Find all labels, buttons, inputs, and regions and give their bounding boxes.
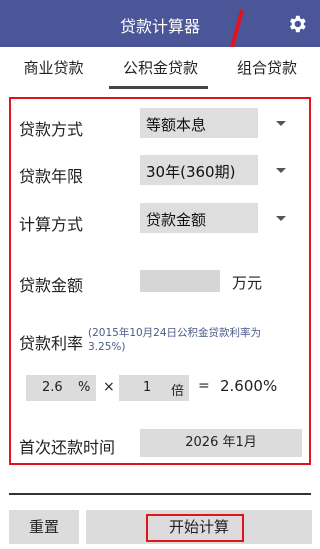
base-rate-input[interactable]: 2.6 % [26,375,96,401]
base-rate-value: 2.6 [42,380,63,395]
loan-term-select[interactable]: 30年(360期) [140,155,258,185]
start-button-highlight-box [146,514,244,542]
active-tab-indicator [109,86,208,89]
tab-provident-fund-loan[interactable]: 公积金贷款 [107,47,214,89]
calc-method-dropdown-icon[interactable] [276,216,286,221]
rate-note: (2015年10月24日公积金贷款利率为3.25%) [88,327,262,353]
gear-icon[interactable] [286,13,308,35]
reset-button[interactable]: 重置 [9,510,79,544]
first-payment-label: 首次还款时间 [19,438,116,457]
tab-commercial-loan[interactable]: 商业贷款 [0,47,107,89]
loan-term-value: 30年(360期) [146,163,236,181]
loan-amount-label: 贷款金额 [19,276,84,295]
rate-label: 贷款利率 [19,334,84,353]
tab-combined-loan[interactable]: 组合贷款 [214,47,320,89]
percent-sign: % [78,380,91,395]
loan-method-label: 贷款方式 [19,120,84,139]
tab-bar: 商业贷款 公积金贷款 组合贷款 [0,47,320,89]
calc-method-value: 贷款金额 [146,211,207,229]
loan-term-dropdown-icon[interactable] [276,168,286,173]
times-sign: × [103,379,115,395]
calc-method-select[interactable]: 贷款金额 [140,203,258,233]
app-title: 贷款计算器 [119,17,200,36]
loan-term-label: 贷款年限 [19,167,84,186]
divider [9,493,311,495]
loan-method-dropdown-icon[interactable] [276,121,286,126]
first-payment-value: 2026 年1月 [185,435,257,450]
calc-method-label: 计算方式 [19,215,84,234]
rate-multiplier-unit: 倍 [171,384,185,399]
equals-sign: = [198,378,210,394]
loan-method-value: 等额本息 [146,116,207,134]
rate-multiplier-value: 1 [143,380,152,395]
rate-multiplier-input[interactable]: 1 倍 [119,375,189,401]
loan-method-select[interactable]: 等额本息 [140,108,258,138]
loan-amount-input[interactable] [140,270,220,292]
first-payment-date-picker[interactable]: 2026 年1月 [140,429,302,457]
app-header: 贷款计算器 [0,0,320,47]
loan-amount-unit: 万元 [232,274,263,292]
result-rate: 2.600% [220,377,278,395]
